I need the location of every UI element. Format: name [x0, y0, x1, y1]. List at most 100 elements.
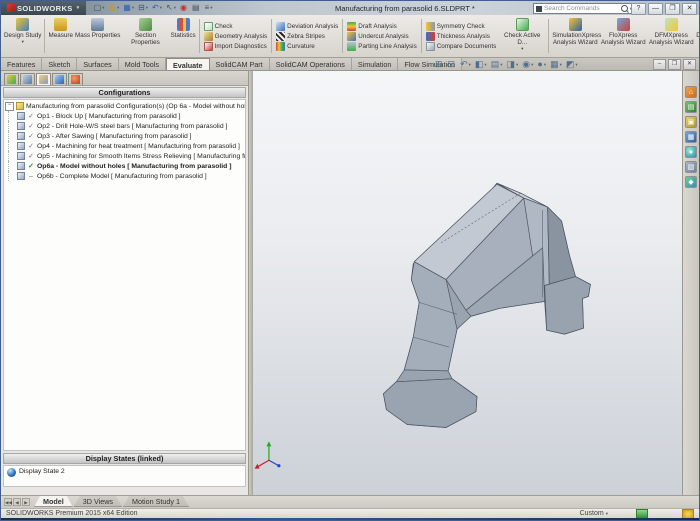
graphics-area[interactable] — [253, 71, 682, 495]
close-button[interactable]: ✕ — [682, 3, 697, 15]
parting-line-analysis-icon — [347, 42, 356, 51]
tab-mold-tools[interactable]: Mold Tools — [119, 58, 166, 70]
undercut-analysis-icon — [347, 32, 356, 41]
configuration-icon — [17, 172, 25, 180]
previous-view-icon[interactable]: ↶ ▾ — [460, 60, 471, 69]
doc-restore-button[interactable]: ❐ — [668, 59, 681, 70]
check-active-document-button[interactable]: Check Active D... ▾ — [498, 16, 546, 56]
custom-properties-icon[interactable]: ▧ — [685, 161, 697, 173]
simulationxpress-wizard-button[interactable]: SimulationXpress Analysis Wizard — [551, 16, 599, 56]
minimize-button[interactable]: — — [648, 3, 663, 15]
tab-solidcam-part[interactable]: SolidCAM Part — [210, 58, 270, 70]
tags-icon[interactable] — [636, 509, 648, 519]
floxpress-wizard-button[interactable]: FloXpress Analysis Wizard — [599, 16, 647, 56]
simulationxpress-icon — [569, 18, 582, 31]
view-settings-icon[interactable]: ◩ ▾ — [566, 60, 578, 69]
design-library-icon[interactable]: ▤ — [685, 101, 697, 113]
configuration-item[interactable]: ✓ Op6a - Model without holes [ Manufactu… — [4, 161, 245, 171]
curvature-button[interactable]: Curvature — [276, 42, 338, 51]
display-manager-tab[interactable] — [68, 73, 83, 85]
expander-icon[interactable]: − — [5, 102, 14, 111]
rebuild-button[interactable]: ◉ — [180, 4, 188, 12]
doc-tab-model[interactable]: Model — [34, 496, 73, 507]
configuration-manager-tab[interactable] — [36, 73, 51, 85]
display-state-item[interactable]: Display State 2 — [3, 465, 246, 487]
configuration-item[interactable]: ✓ Op3 - After Sawing [ Manufacturing fro… — [4, 131, 245, 141]
draft-analysis-button[interactable]: Draft Analysis — [347, 22, 416, 31]
driveworksxpress-wizard-button[interactable]: DriveWorksXpress Wizard — [695, 16, 699, 56]
compare-documents-button[interactable]: Compare Documents — [426, 42, 497, 51]
section-properties-button[interactable]: Section Properties — [121, 16, 169, 56]
deviation-analysis-icon — [276, 22, 285, 31]
help-button[interactable]: ? — [631, 3, 646, 15]
print-button[interactable]: ⊟ ▾ — [138, 4, 148, 12]
display-style-icon[interactable]: ◨ ▾ — [506, 60, 518, 69]
zoom-fit-icon[interactable]: ⊞ — [435, 60, 444, 69]
statistics-button[interactable]: Statistics — [169, 16, 196, 56]
editing-part-icon — [682, 509, 694, 519]
property-manager-tab[interactable] — [20, 73, 35, 85]
check-button[interactable]: Check — [204, 22, 268, 31]
edit-appearance-icon[interactable]: ● ▾ — [537, 60, 546, 69]
measure-button[interactable]: Measure — [47, 16, 74, 56]
dfmxpress-wizard-button[interactable]: DFMXpress Analysis Wizard — [647, 16, 695, 56]
section-view-icon[interactable]: ◧ ▾ — [475, 60, 487, 69]
file-properties-button[interactable]: ▤ — [192, 4, 201, 12]
tab-sketch[interactable]: Sketch — [42, 58, 77, 70]
select-button[interactable]: ↖ ▾ — [166, 4, 176, 12]
save-button[interactable]: ▦ ▾ — [123, 4, 134, 12]
design-study-button[interactable]: Design Study ▾ — [3, 16, 42, 56]
import-diagnostics-button[interactable]: Import Diagnostics — [204, 42, 268, 51]
geometry-analysis-button[interactable]: Geometry Analysis — [204, 32, 268, 41]
dimxpert-manager-tab[interactable] — [52, 73, 67, 85]
tab-solidcam-operations[interactable]: SolidCAM Operations — [270, 58, 352, 70]
search-commands-box[interactable]: Search Commands ▾ — [533, 3, 635, 14]
deviation-analysis-button[interactable]: Deviation Analysis — [276, 22, 338, 31]
command-tabs: Features Sketch Surfaces Mold Tools Eval… — [1, 58, 462, 70]
configuration-item[interactable]: ✓ Op4 - Machining for heat treatment [ M… — [4, 141, 245, 151]
scroll-first-icon[interactable]: ◀◀ — [4, 498, 12, 506]
undo-button[interactable]: ↶ ▾ — [152, 4, 162, 12]
tab-surfaces[interactable]: Surfaces — [77, 58, 118, 70]
doc-minimize-button[interactable]: – — [653, 59, 666, 70]
tab-features[interactable]: Features — [1, 58, 42, 70]
scroll-right-icon[interactable]: ▶ — [22, 498, 30, 506]
zebra-stripes-button[interactable]: Zebra Stripes — [276, 32, 338, 41]
options-button[interactable]: ≡ ▾ — [205, 4, 213, 12]
apply-scene-icon[interactable]: ▦ ▾ — [550, 60, 562, 69]
thickness-analysis-button[interactable]: Thickness Analysis — [426, 32, 497, 41]
parting-line-analysis-button[interactable]: Parting Line Analysis — [347, 42, 416, 51]
forum-icon[interactable]: ◆ — [685, 176, 697, 188]
tree-root-item[interactable]: − Manufacturing from parasolid Configura… — [4, 101, 245, 111]
undercut-analysis-button[interactable]: Undercut Analysis — [347, 32, 416, 41]
scroll-left-icon[interactable]: ◀ — [13, 498, 21, 506]
solidworks-resources-icon[interactable]: ⌂ — [685, 86, 697, 98]
task-pane: ⌂ ▤ ▣ ▦ ● ▧ ◆ — [682, 71, 699, 495]
view-palette-icon[interactable]: ▦ — [685, 131, 697, 143]
geometry-analysis-icon — [204, 32, 213, 41]
tab-evaluate[interactable]: Evaluate — [166, 58, 210, 70]
new-document-button[interactable]: ▢ ▾ — [94, 4, 105, 12]
view-orientation-icon[interactable]: ▤ ▾ — [491, 60, 503, 69]
tab-simulation[interactable]: Simulation — [352, 58, 399, 70]
hide-show-items-icon[interactable]: ◉ ▾ — [522, 60, 533, 69]
configuration-item[interactable]: ✓ Op1 - Block Up [ Manufacturing from pa… — [4, 111, 245, 121]
design-study-icon — [16, 18, 29, 31]
window-bottom-border — [1, 518, 699, 520]
mass-properties-button[interactable]: Mass Properties — [74, 16, 122, 56]
doc-tab-3d-views[interactable]: 3D Views — [74, 496, 122, 507]
doc-close-button[interactable]: ✕ — [683, 59, 696, 70]
zoom-area-icon[interactable]: ⊡ — [448, 60, 457, 69]
configuration-item[interactable]: – Op6b - Complete Model [ Manufacturing … — [4, 171, 245, 181]
file-explorer-icon[interactable]: ▣ — [685, 116, 697, 128]
appearances-icon[interactable]: ● — [685, 146, 697, 158]
configuration-item[interactable]: ✓ Op5 - Machining for Smooth Items Stres… — [4, 151, 245, 161]
units-dropdown[interactable]: Custom ▾ — [580, 510, 608, 517]
open-button[interactable]: ▥ ▾ — [108, 4, 119, 12]
restore-button[interactable]: ❐ — [665, 3, 680, 15]
solidworks-menu-button[interactable]: SOLIDWORKS ▾ — [1, 1, 86, 15]
configuration-item[interactable]: ✓ Op2 - Drill Hole-W/S steel bars [ Manu… — [4, 121, 245, 131]
symmetry-check-button[interactable]: Symmetry Check — [426, 22, 497, 31]
doc-tab-motion-study-1[interactable]: Motion Study 1 — [123, 496, 189, 507]
feature-manager-tab[interactable] — [4, 73, 19, 85]
